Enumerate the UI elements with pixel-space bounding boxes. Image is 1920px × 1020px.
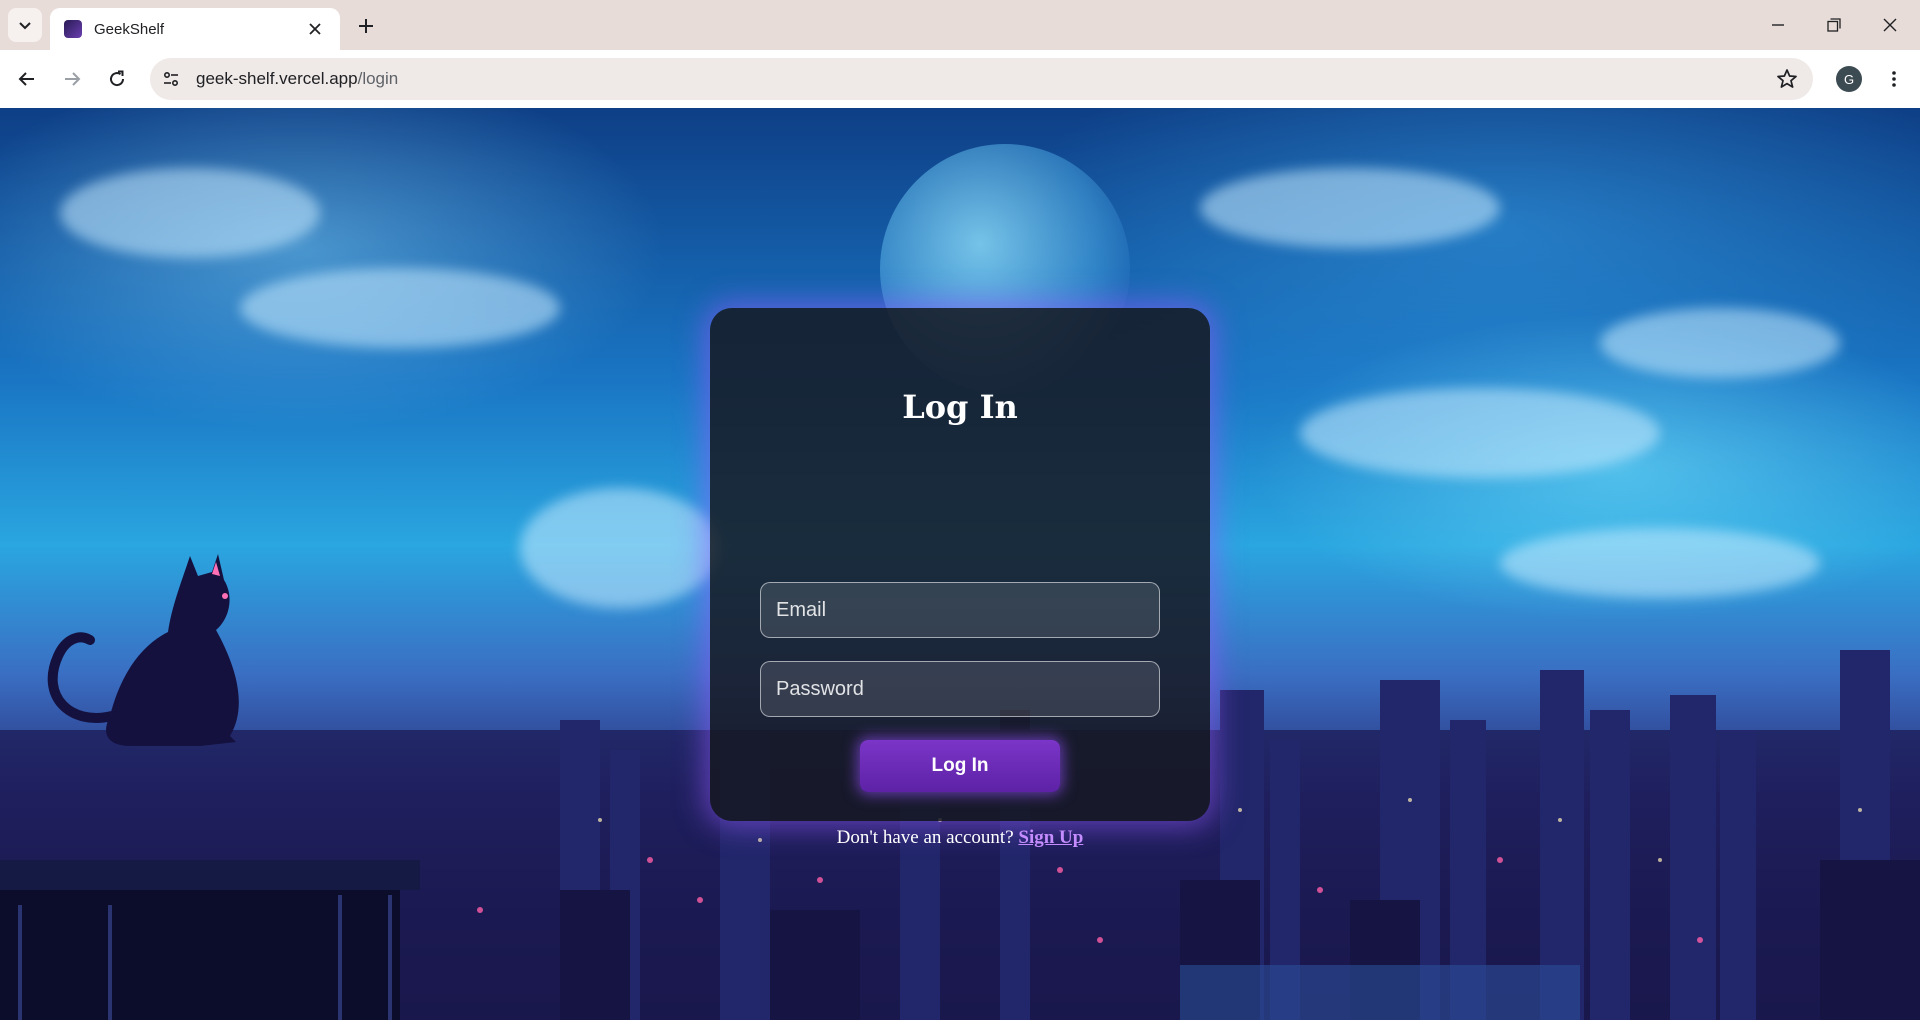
back-button[interactable] bbox=[10, 62, 44, 96]
reload-button[interactable] bbox=[100, 62, 134, 96]
login-title: Log In bbox=[902, 388, 1018, 426]
cloud-decoration bbox=[1300, 388, 1660, 478]
site-info-button[interactable] bbox=[156, 64, 186, 94]
minimize-icon bbox=[1772, 24, 1784, 26]
address-bar[interactable]: geek-shelf.vercel.app/login bbox=[150, 58, 1813, 100]
cloud-decoration bbox=[1200, 168, 1500, 248]
forward-icon bbox=[65, 72, 81, 86]
restore-button[interactable] bbox=[1806, 0, 1862, 50]
password-field[interactable] bbox=[760, 661, 1160, 717]
kebab-menu-icon bbox=[1892, 71, 1896, 87]
tab-title: GeekShelf bbox=[94, 20, 165, 38]
window-close-icon bbox=[1883, 18, 1897, 32]
profile-avatar[interactable]: G bbox=[1836, 66, 1862, 92]
plus-icon bbox=[359, 19, 373, 33]
close-icon bbox=[309, 23, 321, 35]
site-info-icon bbox=[163, 71, 179, 87]
reload-icon bbox=[110, 70, 125, 87]
window-close-button[interactable] bbox=[1862, 0, 1918, 50]
tab-list-icon bbox=[19, 22, 31, 30]
minimize-button[interactable] bbox=[1750, 0, 1806, 50]
tab-close-button[interactable] bbox=[304, 18, 326, 40]
url-host: geek-shelf.vercel.app bbox=[196, 69, 358, 88]
cat-silhouette bbox=[47, 554, 239, 746]
url-text: geek-shelf.vercel.app/login bbox=[196, 69, 398, 89]
new-tab-button[interactable] bbox=[352, 12, 380, 40]
active-tab[interactable]: GeekShelf bbox=[50, 8, 340, 50]
email-field[interactable] bbox=[760, 582, 1160, 638]
page-background: Log In Log In Don't have an account? Sig… bbox=[0, 108, 1920, 1020]
favicon-icon bbox=[64, 20, 82, 38]
cloud-decoration bbox=[240, 268, 560, 348]
browser-menu-button[interactable] bbox=[1877, 62, 1911, 96]
tab-list-button[interactable] bbox=[8, 8, 42, 42]
cloud-decoration bbox=[60, 168, 320, 258]
url-path: /login bbox=[357, 69, 399, 88]
signup-prompt-line: Don't have an account? Sign Up bbox=[710, 827, 1210, 849]
signup-link[interactable]: Sign Up bbox=[1018, 827, 1083, 848]
restore-icon bbox=[1827, 18, 1841, 32]
star-icon[interactable] bbox=[1775, 67, 1799, 91]
browser-toolbar: geek-shelf.vercel.app/login G bbox=[0, 50, 1920, 108]
login-card: Log In Log In Don't have an account? Sig… bbox=[710, 308, 1210, 848]
back-icon bbox=[18, 72, 34, 86]
cloud-decoration bbox=[1600, 308, 1840, 378]
forward-button[interactable] bbox=[55, 62, 89, 96]
signup-prompt-text: Don't have an account? bbox=[836, 827, 1014, 848]
tab-strip: GeekShelf bbox=[0, 0, 1920, 50]
login-button[interactable]: Log In bbox=[860, 740, 1060, 792]
